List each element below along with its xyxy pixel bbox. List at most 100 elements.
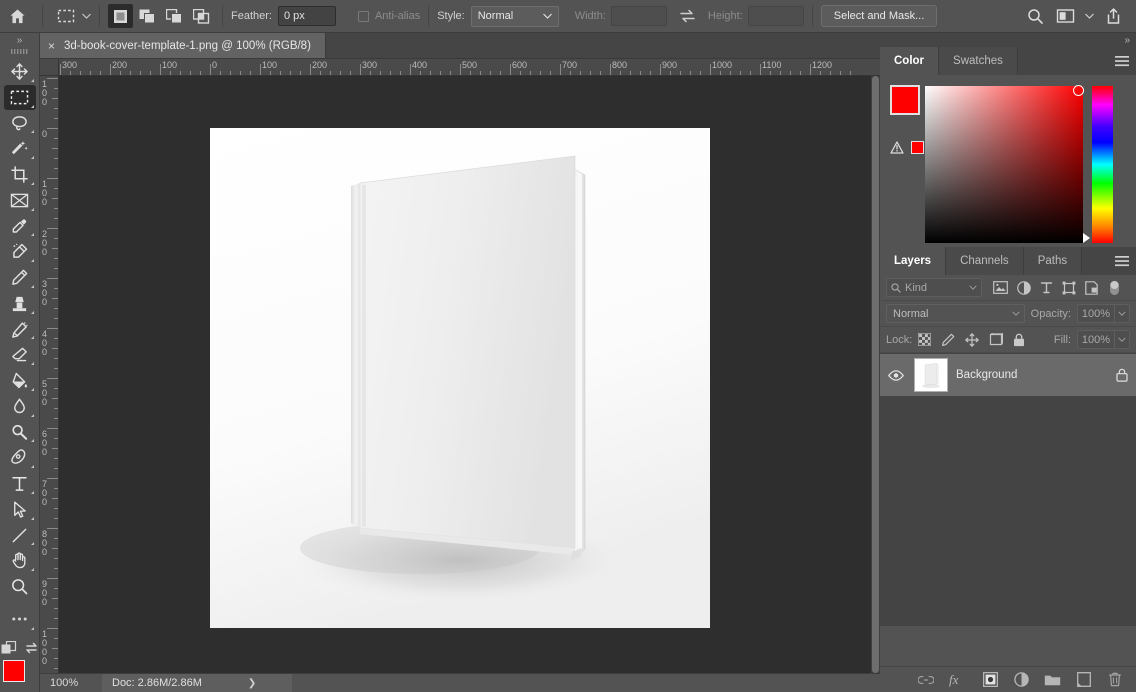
foreground-color-swatch[interactable]	[3, 660, 25, 682]
tool-preset-picker[interactable]	[51, 4, 91, 28]
folder-icon[interactable]	[1044, 672, 1061, 688]
subtract-from-selection-button[interactable]	[162, 4, 187, 28]
gradient-tool[interactable]	[4, 368, 36, 393]
intersect-selection-button[interactable]	[189, 4, 214, 28]
layer-thumbnail[interactable]	[914, 358, 948, 392]
zoom-tool[interactable]	[4, 574, 36, 599]
fill-value[interactable]: 100%	[1077, 330, 1115, 349]
new-layer-icon[interactable]	[1076, 672, 1092, 688]
adjustment-circle-icon[interactable]	[1013, 672, 1029, 688]
new-selection-button[interactable]	[108, 4, 133, 28]
dodge-tool[interactable]	[4, 420, 36, 445]
document-info[interactable]: Doc: 2.86M/2.86M ❯	[102, 674, 292, 692]
line-shape-tool[interactable]	[4, 523, 36, 548]
opacity-value[interactable]: 100%	[1077, 304, 1115, 323]
tab-layers[interactable]: Layers	[880, 247, 946, 275]
hue-cursor[interactable]	[1083, 233, 1090, 243]
eyedropper-tool[interactable]	[4, 214, 36, 239]
document-tab[interactable]: × 3d-book-cover-template-1.png @ 100% (R…	[40, 33, 326, 58]
width-input[interactable]	[611, 6, 667, 26]
quick-mask-icon[interactable]	[1, 641, 17, 655]
height-input[interactable]	[748, 6, 804, 26]
lasso-tool[interactable]	[4, 111, 36, 136]
screen-mode-icon[interactable]	[24, 641, 39, 655]
horizontal-ruler[interactable]: 3002001000100200300400500600700800900100…	[59, 59, 880, 76]
tab-swatches[interactable]: Swatches	[939, 47, 1018, 75]
history-brush-tool[interactable]	[4, 317, 36, 342]
table-row[interactable]: Background	[880, 354, 1136, 396]
feather-input[interactable]: 0 px	[278, 6, 336, 26]
tab-color[interactable]: Color	[880, 47, 939, 75]
chevron-down-icon[interactable]	[1082, 3, 1096, 29]
workspace-layout-icon[interactable]	[1052, 3, 1078, 29]
brush-icon[interactable]	[941, 333, 955, 347]
close-icon[interactable]: ×	[48, 40, 55, 52]
panel-menu-icon[interactable]	[1108, 247, 1136, 275]
zoom-level-field[interactable]: 100%	[40, 677, 102, 689]
select-and-mask-button[interactable]: Select and Mask...	[821, 5, 938, 27]
edit-toolbar-button[interactable]	[4, 607, 36, 632]
brush-tool[interactable]	[4, 265, 36, 290]
fx-icon[interactable]: fx	[949, 672, 967, 688]
vertical-scrollbar-thumb[interactable]	[872, 76, 879, 673]
checkerboard-icon[interactable]	[918, 333, 931, 346]
home-icon[interactable]	[0, 0, 34, 33]
trash-icon[interactable]	[1107, 672, 1123, 688]
share-export-icon[interactable]	[1100, 3, 1126, 29]
eye-icon[interactable]	[886, 370, 906, 381]
panel-menu-icon[interactable]	[1108, 47, 1136, 75]
ruler-corner[interactable]	[40, 59, 59, 76]
chevron-right-icon[interactable]: ❯	[248, 678, 256, 689]
crop-tool[interactable]	[4, 162, 36, 187]
hue-slider[interactable]	[1092, 86, 1113, 243]
blur-tool[interactable]	[4, 394, 36, 419]
image-icon[interactable]	[993, 281, 1008, 294]
padlock-icon[interactable]	[1013, 333, 1025, 347]
move-tool[interactable]	[4, 59, 36, 84]
saturation-value-square[interactable]	[925, 86, 1083, 243]
color-swatches[interactable]	[3, 660, 37, 692]
layer-list[interactable]: Background	[880, 353, 1136, 599]
gamut-warning-icon[interactable]	[890, 141, 904, 154]
style-select[interactable]: Normal	[471, 6, 559, 27]
rectangular-marquee-tool[interactable]	[4, 85, 36, 110]
type-t-icon[interactable]	[1040, 281, 1053, 294]
pen-tool[interactable]	[4, 445, 36, 470]
anti-alias-checkbox[interactable]	[358, 11, 369, 22]
fill-control[interactable]: 100%	[1077, 330, 1130, 349]
path-selection-tool[interactable]	[4, 497, 36, 522]
layer-mask-icon[interactable]	[982, 672, 998, 688]
search-icon[interactable]	[1022, 3, 1048, 29]
artboard-icon[interactable]	[989, 333, 1003, 346]
layer-list-empty-area[interactable]	[880, 396, 1136, 626]
color-panel-foreground-swatch[interactable]	[890, 85, 920, 115]
toolbar-collapse-toggle[interactable]: »	[0, 33, 40, 48]
canvas-viewport[interactable]	[59, 76, 880, 673]
adjustment-circle-icon[interactable]	[1017, 281, 1031, 295]
tab-paths[interactable]: Paths	[1024, 247, 1082, 275]
eraser-tool[interactable]	[4, 342, 36, 367]
padlock-icon[interactable]	[1116, 368, 1128, 382]
clone-stamp-tool[interactable]	[4, 291, 36, 316]
blend-mode-select[interactable]: Normal	[886, 304, 1025, 323]
vertical-ruler[interactable]: 10001002003004005006007008009001000	[40, 76, 59, 673]
smart-object-icon[interactable]	[1085, 281, 1098, 295]
right-rail-collapse-toggle[interactable]: »	[880, 33, 1136, 47]
chevron-down-icon[interactable]	[82, 13, 91, 19]
toggle-switch-icon[interactable]	[1109, 279, 1120, 297]
type-tool[interactable]	[4, 471, 36, 496]
spot-healing-brush-tool[interactable]	[4, 239, 36, 264]
move-arrows-icon[interactable]	[965, 333, 979, 347]
artboard[interactable]	[210, 128, 710, 628]
in-gamut-color-swatch[interactable]	[911, 141, 924, 154]
vertical-scrollbar[interactable]	[871, 76, 880, 673]
sv-cursor[interactable]	[1073, 85, 1084, 96]
layer-filter-kind-select[interactable]: Kind	[886, 278, 982, 297]
frame-tool[interactable]	[4, 188, 36, 213]
tab-channels[interactable]: Channels	[946, 247, 1024, 275]
add-to-selection-button[interactable]	[135, 4, 160, 28]
chevron-down-icon[interactable]	[1115, 330, 1130, 349]
opacity-control[interactable]: 100%	[1077, 304, 1130, 323]
link-chain-icon[interactable]	[918, 672, 934, 688]
object-selection-tool[interactable]	[4, 136, 36, 161]
